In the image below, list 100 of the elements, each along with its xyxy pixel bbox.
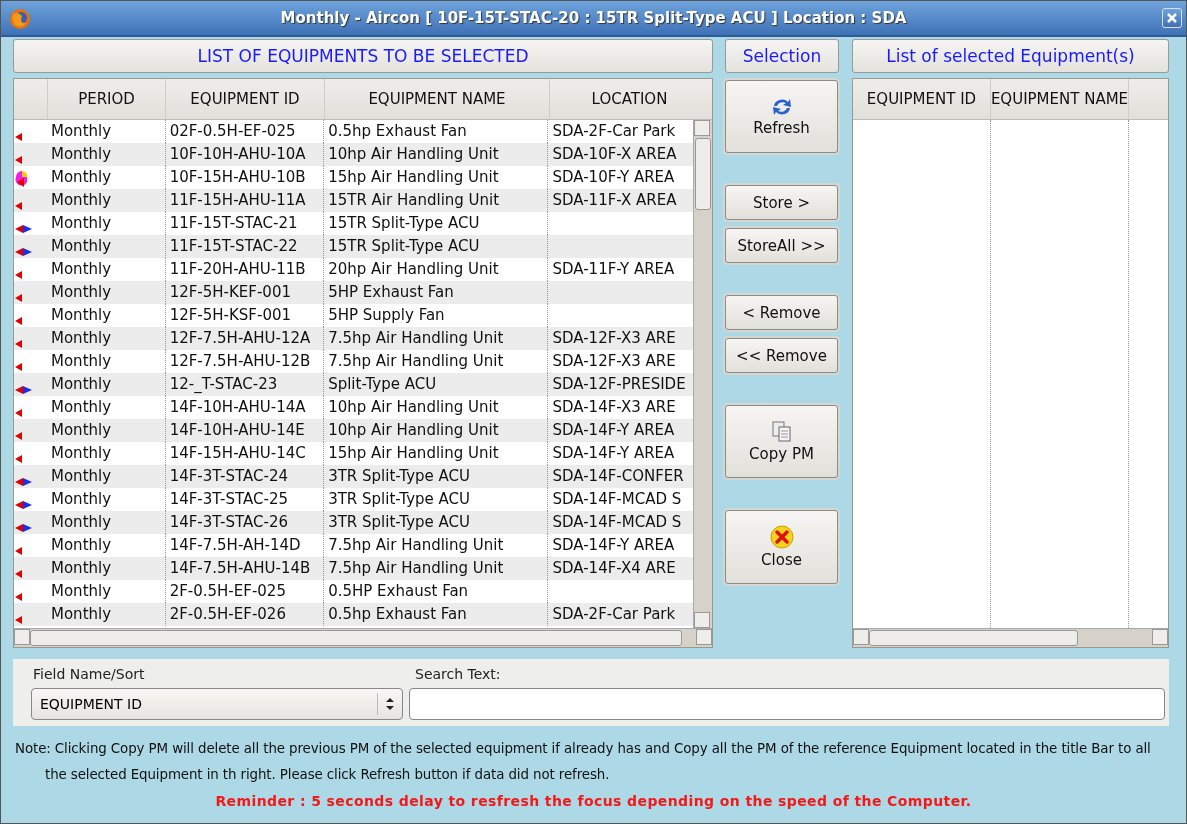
action-button[interactable]: Store > [725,185,838,220]
arrow-icon [15,455,23,464]
arrow-icon [15,432,23,441]
action-button[interactable]: << Remove [725,338,838,373]
location-cell: SDA-14F-Y AREA [552,421,675,439]
equipment-id-cell: 11F-15T-STAC-22 [169,237,298,255]
arrow-icon [15,202,23,211]
column-header[interactable]: PERIOD [47,79,165,119]
equipment-id-cell: 14F-10H-AHU-14A [169,398,306,416]
column-header[interactable]: EQUIPMENT NAME [990,79,1128,119]
column-header[interactable]: EQUIPMENT ID [165,79,324,119]
equipment-name-cell: 3TR Split-Type ACU [328,513,471,531]
location-cell: SDA-14F-Y AREA [552,536,675,554]
location-cell: SDA-12F-X3 ARE [552,329,676,347]
period-cell: Monthly [51,421,112,439]
equipment-name-cell: 7.5hp Air Handling Unit [328,559,504,577]
equipment-id-cell: 12F-7.5H-AHU-12B [169,352,311,370]
period-cell: Monthly [51,398,112,416]
arrow-icon [15,156,23,165]
column-header[interactable]: LOCATION [549,79,709,119]
arrows-icon [15,478,33,487]
location-cell: SDA-14F-Y AREA [552,444,675,462]
arrows-icon [15,386,33,395]
equipment-id-cell: 10F-10H-AHU-10A [169,145,306,163]
column-header[interactable]: EQUIPMENT ID [853,79,990,119]
action-button[interactable]: < Remove [725,295,838,330]
location-cell: SDA-2F-Car Park [552,122,676,140]
location-cell: SDA-11F-Y AREA [552,260,675,278]
equipment-id-cell: 12F-5H-KSF-001 [169,306,292,324]
period-cell: Monthly [51,283,112,301]
arrows-icon [15,225,33,234]
period-cell: Monthly [51,490,112,508]
equipment-name-cell: 15hp Air Handling Unit [328,168,499,186]
equipment-id-cell: 14F-15H-AHU-14C [169,444,306,462]
equipment-name-cell: 15TR Air Handling Unit [328,191,500,209]
period-cell: Monthly [51,191,112,209]
arrow-icon [15,340,23,349]
list-heading-button[interactable]: LIST OF EQUIPMENTS TO BE SELECTED [13,39,713,73]
window-title: Monthly - Aircon [ 10F-15T-STAC-20 : 15TR Split-Type ACU ] Location : SDA [279,9,908,27]
equipment-id-cell: 02F-0.5H-EF-025 [169,122,296,140]
equipment-id-cell: 14F-10H-AHU-14E [169,421,305,439]
equipment-name-cell: 5HP Supply Fan [328,306,445,324]
arrow-icon [15,271,23,280]
horizontal-scrollbar[interactable] [853,628,1168,647]
period-cell: Monthly [51,214,112,232]
period-cell: Monthly [51,513,112,531]
equipment-name-cell: 3TR Split-Type ACU [328,490,471,508]
period-cell: Monthly [51,260,112,278]
equipment-id-cell: 14F-7.5H-AHU-14B [169,559,311,577]
equipment-name-cell: 15TR Split-Type ACU [328,237,480,255]
equipment-name-cell: 10hp Air Handling Unit [328,421,499,439]
column-header[interactable]: EQUIPMENT NAME [324,79,549,119]
equipment-id-cell: 11F-15H-AHU-11A [169,191,306,209]
location-cell: SDA-14F-MCAD S [552,513,682,531]
close-button[interactable]: Close [725,510,838,584]
arrows-icon [15,524,33,533]
arrow-icon [15,133,23,142]
equipment-name-cell: 10hp Air Handling Unit [328,398,499,416]
equipment-name-cell: 10hp Air Handling Unit [328,145,499,163]
location-cell: SDA-14F-X3 ARE [552,398,676,416]
close-icon [1166,12,1178,24]
selected-list-heading-button[interactable]: List of selected Equipment(s) [852,39,1169,73]
equipment-name-cell: 5HP Exhaust Fan [328,283,454,301]
equipment-name-cell: 15hp Air Handling Unit [328,444,499,462]
period-cell: Monthly [51,145,112,163]
close-button[interactable] [1162,8,1182,28]
arrow-icon [15,547,23,556]
close-icon [769,525,794,549]
period-cell: Monthly [51,444,112,462]
field-label: Field Name/Sort [33,665,146,682]
period-cell: Monthly [51,375,112,393]
equipment-name-cell: 0.5HP Exhaust Fan [328,582,469,600]
period-cell: Monthly [51,536,112,554]
period-cell: Monthly [51,122,112,140]
horizontal-scrollbar[interactable] [14,628,712,647]
equipment-name-cell: 0.5hp Exhaust Fan [328,122,467,140]
reminder-text: Reminder : 5 seconds delay to resfresh the focus depending on the speed of the Computer. [214,792,973,811]
action-button[interactable]: StoreAll >> [725,228,838,263]
sort-dropdown[interactable]: EQUIPMENT ID [31,687,403,720]
copy-button[interactable]: Copy PM [725,405,838,478]
vertical-scrollbar[interactable] [693,120,712,628]
selection-heading-button[interactable]: Selection [725,39,839,73]
search-label: Search Text: [415,665,502,682]
equipment-name-cell: 3TR Split-Type ACU [328,467,471,485]
period-cell: Monthly [51,605,112,623]
refresh-button[interactable]: Refresh [725,80,838,153]
equipment-id-cell: 14F-3T-STAC-24 [169,467,288,485]
location-cell: SDA-2F-Car Park [552,605,676,623]
equipment-id-cell: 10F-15H-AHU-10B [169,168,306,186]
arrow-icon [15,593,23,602]
period-cell: Monthly [51,237,112,255]
location-cell: SDA-12F-X3 ARE [552,352,676,370]
period-cell: Monthly [51,559,112,577]
location-cell: SDA-11F-X AREA [552,191,677,209]
location-cell: SDA-12F-PRESIDE [552,375,686,393]
equipment-id-cell: 11F-20H-AHU-11B [169,260,306,278]
arrow-icon [15,294,23,303]
search-field[interactable] [409,687,1165,720]
equipment-id-cell: 2F-0.5H-EF-025 [169,582,286,600]
note-text: Note: Clicking Copy PM will delete all the previous PM of the selected equipment if already has and Copy all the PM of the reference Equipment located in the title Bar to all the selected Equipment in th right. Please click Refresh button if data did not refresh. [15,740,1152,784]
